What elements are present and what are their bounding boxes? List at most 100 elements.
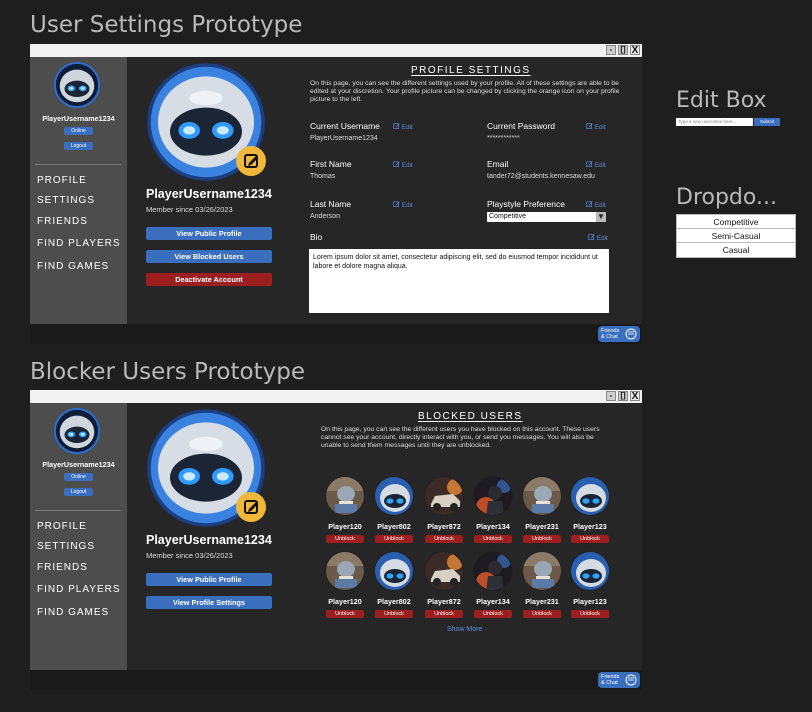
edit-icon	[586, 161, 593, 167]
dropdown-option-casual[interactable]: Casual	[677, 243, 795, 257]
blocked-window: - [] X PlayerUsername1234 Online Logout …	[30, 390, 642, 690]
page-description: On this page, you can see the different …	[321, 426, 600, 449]
current-password-label: Current Password	[487, 121, 556, 131]
online-status-badge: Online	[64, 473, 93, 481]
edit-icon	[588, 234, 595, 240]
warrior-avatar-icon[interactable]	[473, 551, 513, 591]
blocked-user-name: Player123	[573, 597, 607, 606]
blocked-user-name: Player802	[377, 597, 411, 606]
chat-label-line2: & Chat	[601, 334, 618, 340]
sidebar-item-settings[interactable]: SETTINGS	[37, 195, 95, 206]
edit-last-name-link[interactable]: Edit	[393, 201, 413, 209]
dropdown-option-semi-casual[interactable]: Semi-Casual	[677, 229, 795, 243]
unblock-button[interactable]: Unblock	[571, 535, 609, 543]
sidebar-item-find-games[interactable]: FIND GAMES	[37, 261, 109, 272]
car-avatar-icon[interactable]	[424, 476, 464, 516]
minimize-button[interactable]: -	[606, 391, 616, 401]
section-title-settings: User Settings Prototype	[30, 12, 303, 38]
edit-username-link[interactable]: Edit	[393, 123, 413, 131]
online-status-badge: Online	[64, 127, 93, 135]
edit-password-link[interactable]: Edit	[586, 123, 606, 131]
reading-robot-avatar-icon[interactable]	[522, 476, 562, 516]
edit-profile-picture-icon[interactable]	[236, 146, 266, 176]
sidebar: PlayerUsername1234 Online Logout PROFILE…	[30, 57, 127, 324]
sidebar-item-profile[interactable]: PROFILE	[37, 521, 87, 532]
view-profile-settings-button[interactable]: View Profile Settings	[146, 596, 272, 609]
sidebar-username: PlayerUsername1234	[42, 114, 115, 123]
unblock-button[interactable]: Unblock	[375, 535, 413, 543]
reading-robot-avatar-icon[interactable]	[325, 551, 365, 591]
sidebar-username: PlayerUsername1234	[42, 460, 115, 469]
unblock-button[interactable]: Unblock	[326, 610, 364, 618]
unblock-button[interactable]: Unblock	[425, 610, 463, 618]
unblock-button[interactable]: Unblock	[375, 610, 413, 618]
chevron-down-icon[interactable]: ▼	[596, 212, 606, 222]
avatar[interactable]	[53, 407, 101, 455]
logout-button[interactable]: Logout	[64, 488, 93, 496]
unblock-button[interactable]: Unblock	[523, 535, 561, 543]
edit-icon	[586, 123, 593, 129]
playstyle-select-value: Competitive	[489, 213, 526, 220]
settings-window: - [] X PlayerUsername1234 Online Logout …	[30, 44, 642, 344]
robot-avatar-icon[interactable]	[570, 551, 610, 591]
unblock-button[interactable]: Unblock	[425, 535, 463, 543]
edit-profile-picture-icon[interactable]	[236, 492, 266, 522]
blocked-user-name: Player802	[377, 522, 411, 531]
blocked-user-name: Player120	[328, 522, 362, 531]
close-button[interactable]: X	[630, 45, 640, 56]
edit-bio-link[interactable]: Edit	[588, 234, 608, 242]
sidebar-item-find-games[interactable]: FIND GAMES	[37, 607, 109, 618]
reading-robot-avatar-icon[interactable]	[325, 476, 365, 516]
robot-avatar-icon[interactable]	[570, 476, 610, 516]
reading-robot-avatar-icon[interactable]	[522, 551, 562, 591]
blocked-user-card: Player123 Unblock	[567, 551, 613, 618]
bio-textarea[interactable]: Lorem ipsum dolor sit amet, consectetur …	[309, 249, 609, 313]
unblock-button[interactable]: Unblock	[474, 535, 512, 543]
dropdown-option-competitive[interactable]: Competitive	[677, 215, 795, 229]
unblock-button[interactable]: Unblock	[523, 610, 561, 618]
sidebar-item-find-players[interactable]: FIND PLAYERS	[37, 584, 121, 595]
playstyle-select[interactable]: Competitive ▼	[487, 212, 606, 222]
edit-playstyle-link[interactable]: Edit	[586, 201, 606, 209]
edit-email-link[interactable]: Edit	[586, 161, 606, 169]
chat-bubble-icon	[625, 674, 637, 686]
minimize-button[interactable]: -	[606, 45, 616, 55]
sidebar-divider	[35, 164, 121, 165]
robot-avatar-icon[interactable]	[374, 476, 414, 516]
show-more-link[interactable]: Show More	[447, 626, 482, 633]
view-public-profile-button[interactable]: View Public Profile	[146, 573, 272, 586]
sidebar-item-friends[interactable]: FRIENDS	[37, 562, 88, 573]
avatar[interactable]	[53, 61, 101, 109]
edit-icon	[393, 201, 400, 207]
blocked-user-name: Player120	[328, 597, 362, 606]
warrior-avatar-icon[interactable]	[473, 476, 513, 516]
unblock-button[interactable]: Unblock	[571, 610, 609, 618]
close-button[interactable]: X	[630, 391, 640, 402]
member-since: Member since 03/26/2023	[146, 205, 233, 214]
blocked-user-card: Player134 Unblock	[470, 551, 516, 618]
profile-username: PlayerUsername1234	[146, 533, 272, 547]
maximize-button[interactable]: []	[618, 391, 628, 401]
current-username-label: Current Username	[310, 121, 380, 131]
unblock-button[interactable]: Unblock	[326, 535, 364, 543]
sidebar-item-settings[interactable]: SETTINGS	[37, 541, 95, 552]
view-public-profile-button[interactable]: View Public Profile	[146, 227, 272, 240]
edit-first-name-link[interactable]: Edit	[393, 161, 413, 169]
sidebar-item-friends[interactable]: FRIENDS	[37, 216, 88, 227]
view-blocked-users-button[interactable]: View Blocked Users	[146, 250, 272, 263]
profile-username: PlayerUsername1234	[146, 187, 272, 201]
last-name-label: Last Name	[310, 199, 352, 209]
car-avatar-icon[interactable]	[424, 551, 464, 591]
submit-button[interactable]: Submit	[754, 118, 780, 126]
deactivate-account-button[interactable]: Deactivate Account	[146, 273, 272, 286]
username-input[interactable]: Type a new username here...	[676, 118, 753, 126]
playstyle-dropdown: Competitive Semi-Casual Casual	[676, 214, 796, 258]
maximize-button[interactable]: []	[618, 45, 628, 55]
logout-button[interactable]: Logout	[64, 142, 93, 150]
friends-chat-button[interactable]: Friends & Chat	[598, 326, 640, 342]
sidebar-item-find-players[interactable]: FIND PLAYERS	[37, 238, 121, 249]
sidebar-item-profile[interactable]: PROFILE	[37, 175, 87, 186]
unblock-button[interactable]: Unblock	[474, 610, 512, 618]
robot-avatar-icon[interactable]	[374, 551, 414, 591]
friends-chat-button[interactable]: Friends & Chat	[598, 672, 640, 688]
